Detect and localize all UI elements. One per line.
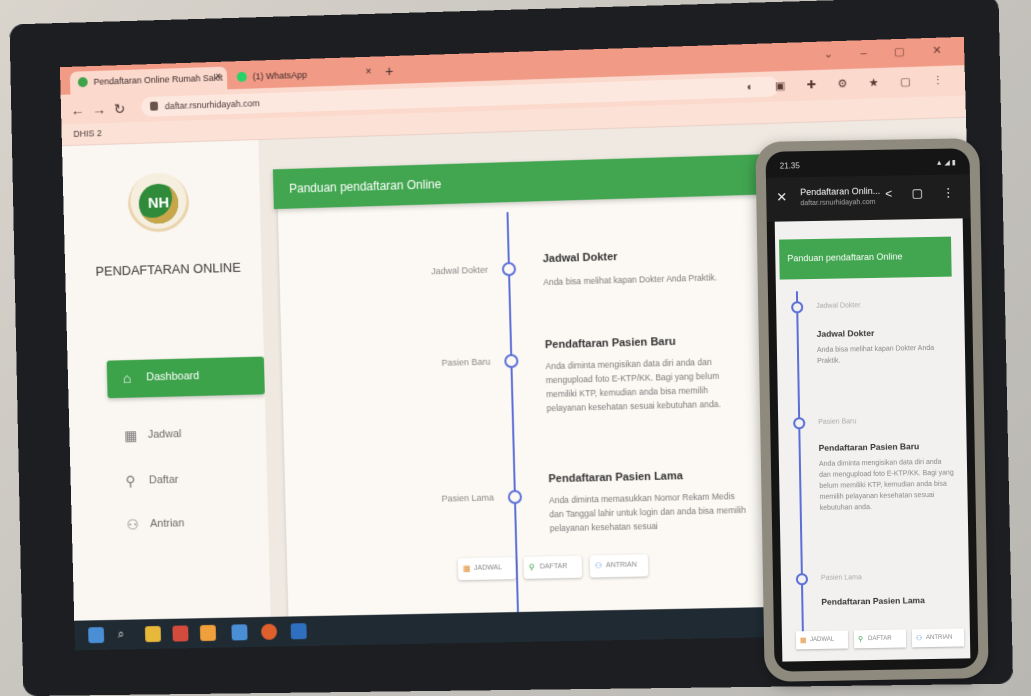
smartphone: 21.35 ▲ ◢ ▮ ✕ Pendaftaran Onlin... dafta… — [755, 138, 988, 682]
phone-card-title: Panduan pendaftaran Online — [779, 237, 952, 280]
timeline-text: Anda diminta mengisikan data diri anda d… — [545, 354, 748, 415]
close-icon[interactable]: × — [365, 67, 371, 78]
timeline-title: Jadwal Dokter — [817, 328, 875, 339]
button-label: ANTRIAN — [606, 562, 637, 570]
sidebar-item-jadwal[interactable]: ▦ Jadwal — [108, 414, 266, 455]
timeline-small-label: Jadwal Dokter — [816, 302, 860, 310]
sidebar-item-label: Antrian — [150, 517, 185, 530]
jadwal-button[interactable]: ▦ JADWAL — [458, 557, 516, 580]
timeline-small-label: Pasien Baru — [818, 418, 856, 426]
firefox-icon[interactable] — [261, 624, 277, 640]
antrian-button[interactable]: ⚇ ANTRIAN — [912, 628, 964, 647]
app-icon[interactable] — [200, 625, 216, 641]
calendar-icon: ▦ — [124, 427, 137, 444]
extension-icons[interactable]: ◐ ▣ ✚ ⚙ ★ ▢ ⋮ — [747, 74, 953, 94]
bookmark-dhis[interactable]: DHIS 2 — [73, 128, 102, 139]
daftar-button[interactable]: ⚲ DAFTAR — [523, 556, 582, 579]
phone-timeline-line — [796, 291, 804, 641]
sidebar: NH PENDAFTARAN ONLINE ⌂ Dashboard ▦ Jadw… — [62, 140, 271, 650]
forward-icon[interactable]: → — [92, 101, 106, 117]
tab-label: (1) WhatsApp — [253, 70, 308, 82]
timeline-text: Anda bisa melihat kapan Dokter Anda Prak… — [543, 270, 744, 290]
phone-page-title: Pendaftaran Onlin... — [800, 186, 880, 197]
whatsapp-favicon-icon — [237, 72, 247, 82]
daftar-button[interactable]: ⚲ DAFTAR — [854, 629, 906, 648]
button-label: DAFTAR — [868, 636, 892, 642]
timeline-small-label: Pasien Lama — [821, 574, 862, 582]
users-icon: ⚇ — [126, 516, 139, 533]
calendar-icon: ▦ — [800, 636, 807, 644]
phone-url: daftar.rsnurhidayah.com — [800, 199, 875, 207]
phone-status-icons: ▲ ◢ ▮ — [936, 159, 956, 167]
calendar-icon: ▦ — [463, 564, 471, 573]
share-icon[interactable]: < ▢ ⋮ — [885, 185, 962, 200]
phone-bottom-nav: ▦ JADWAL ⚲ DAFTAR ⚇ ANTRIAN — [796, 628, 966, 653]
timeline-text: Anda diminta memasukkan Nomor Rekam Medi… — [549, 489, 751, 536]
timeline-left-label: Jadwal Dokter — [378, 265, 488, 278]
lock-icon — [150, 102, 158, 111]
sidebar-title: PENDAFTARAN ONLINE — [85, 259, 252, 279]
timeline-left-label: Pasien Baru — [381, 357, 491, 370]
search-icon[interactable]: ⌕ — [117, 626, 133, 642]
store-icon[interactable] — [172, 625, 188, 641]
timeline-title: Pendaftaran Pasien Lama — [548, 470, 683, 485]
phone-page: Panduan pendaftaran Online Jadwal Dokter… — [775, 218, 971, 661]
timeline-title: Jadwal Dokter — [543, 251, 618, 265]
users-icon: ⚇ — [916, 634, 922, 642]
sidebar-item-label: Jadwal — [148, 428, 182, 441]
hospital-logo: NH — [127, 172, 189, 235]
timeline-dot — [504, 354, 518, 368]
phone-clock: 21.35 — [780, 161, 800, 170]
timeline-dot — [796, 573, 808, 585]
sidebar-item-daftar[interactable]: ⚲ Daftar — [109, 460, 267, 501]
sidebar-item-dashboard[interactable]: ⌂ Dashboard — [107, 357, 265, 399]
button-label: DAFTAR — [540, 563, 568, 571]
reload-icon[interactable]: ↻ — [114, 101, 126, 118]
sidebar-item-antrian[interactable]: ⚇ Antrian — [110, 504, 268, 545]
users-icon: ⚇ — [595, 561, 602, 570]
word-icon[interactable] — [291, 623, 307, 639]
timeline-title: Pendaftaran Pasien Baru — [545, 336, 676, 351]
bottom-nav: ▦ JADWAL ⚲ DAFTAR ⚇ ANTRIAN — [458, 554, 679, 585]
timeline-dot — [793, 417, 805, 429]
url-text: daftar.rsnurhidayah.com — [165, 98, 260, 111]
button-label: ANTRIAN — [926, 635, 952, 641]
tab-label: Pendaftaran Online Rumah Sakit — [93, 73, 222, 87]
folder-icon[interactable] — [145, 626, 161, 642]
start-icon[interactable] — [88, 627, 104, 643]
sidebar-item-label: Daftar — [149, 474, 179, 487]
timeline-text: Anda bisa melihat kapan Dokter Anda Prak… — [817, 343, 952, 367]
antrian-button[interactable]: ⚇ ANTRIAN — [590, 554, 649, 577]
timeline-dot — [502, 262, 516, 276]
user-add-icon: ⚲ — [125, 473, 135, 490]
timeline-title: Pendaftaran Pasien Lama — [821, 595, 925, 607]
user-add-icon: ⚲ — [529, 563, 535, 572]
chrome-icon[interactable] — [231, 624, 247, 640]
button-label: JADWAL — [474, 564, 502, 572]
button-label: JADWAL — [810, 637, 834, 643]
timeline-title: Pendaftaran Pasien Baru — [819, 441, 920, 453]
timeline-dot — [508, 490, 522, 504]
back-icon[interactable]: ← — [71, 102, 85, 118]
new-tab-icon[interactable]: + — [385, 63, 394, 79]
phone-browser-bar: ✕ Pendaftaran Onlin... daftar.rsnurhiday… — [766, 174, 971, 222]
home-icon: ⌂ — [123, 370, 132, 386]
window-controls[interactable]: ⌄ – ▢ ✕ — [823, 43, 954, 60]
sidebar-item-label: Dashboard — [146, 370, 199, 383]
close-icon[interactable]: ✕ — [776, 189, 787, 205]
logo-mark: NH — [138, 183, 178, 224]
timeline-dot — [791, 301, 803, 313]
user-add-icon: ⚲ — [858, 635, 863, 643]
timeline-text: Anda diminta mengisikan data diri anda d… — [819, 457, 955, 514]
hospital-favicon-icon — [78, 77, 88, 87]
close-icon[interactable]: × — [215, 72, 221, 83]
timeline-left-label: Pasien Lama — [384, 493, 494, 505]
phone-screen: 21.35 ▲ ◢ ▮ ✕ Pendaftaran Onlin... dafta… — [765, 148, 978, 671]
jadwal-button[interactable]: ▦ JADWAL — [796, 630, 848, 649]
